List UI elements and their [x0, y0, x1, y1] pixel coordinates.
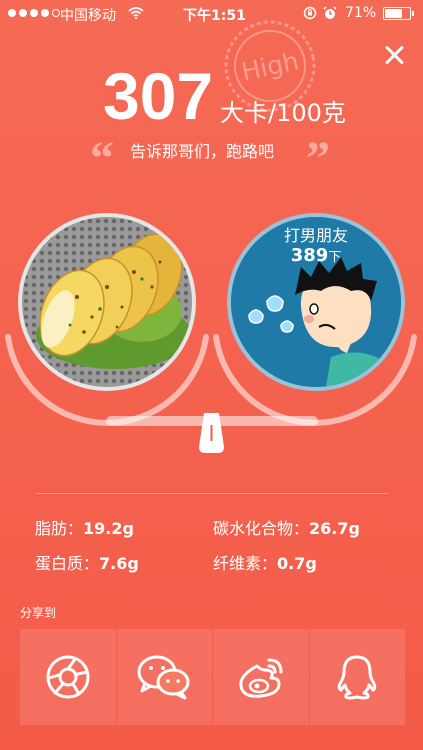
- battery-percentage: 71%: [345, 5, 377, 21]
- divider: [36, 493, 388, 494]
- nutrient-value: 19.2g: [83, 519, 134, 538]
- activity-name: 打男朋友: [283, 226, 348, 245]
- nutrient-label: 纤维素：: [213, 554, 278, 573]
- signal-strength-icon: [8, 9, 60, 17]
- share-buttons: [20, 629, 405, 725]
- calorie-unit: 大卡/100克: [220, 99, 346, 127]
- scale-pivot-icon: [199, 413, 224, 453]
- share-title: 分享到: [20, 606, 57, 620]
- open-quote-icon: “: [90, 132, 114, 185]
- nutrient-label: 蛋白质：: [35, 554, 100, 573]
- nutrient-carbs: 碳水化合物：26.7g: [213, 515, 360, 539]
- fried-cake-illustration: [22, 217, 192, 387]
- nutrient-fiber: 纤维素：0.7g: [213, 550, 317, 574]
- share-moments-button[interactable]: [20, 629, 116, 725]
- nutrient-value: 7.6g: [99, 554, 139, 573]
- alarm-icon: [323, 6, 337, 19]
- calorie-value: 307: [103, 59, 214, 133]
- nutrient-value: 26.7g: [309, 519, 360, 538]
- battery-fill: [385, 9, 402, 18]
- activity-count: 389下: [227, 245, 405, 266]
- battery-icon: [383, 7, 414, 20]
- status-bar: 中国移动 下午1:51 71%: [0, 0, 423, 28]
- close-quote-icon: ”: [306, 132, 330, 185]
- nutrient-label: 脂肪：: [35, 519, 84, 538]
- camera-shutter-icon: [46, 655, 90, 699]
- slogan-text: 告诉那哥们，跑路吧: [130, 142, 275, 161]
- nutrient-protein: 蛋白质：7.6g: [35, 550, 139, 574]
- qq-icon: [338, 655, 377, 700]
- nutrient-fat: 脂肪：19.2g: [35, 515, 134, 539]
- nutrient-label: 碳水化合物：: [213, 519, 310, 538]
- nutrient-value: 0.7g: [277, 554, 317, 573]
- share-qq-button[interactable]: [309, 629, 405, 725]
- activity-count-value: 389: [290, 245, 329, 266]
- share-wechat-button[interactable]: [116, 629, 212, 725]
- share-weibo-button[interactable]: [213, 629, 309, 725]
- carrier-name: 中国移动: [60, 8, 116, 24]
- wifi-icon: [128, 7, 144, 19]
- activity-count-unit: 下: [328, 250, 342, 265]
- food-image: [18, 213, 196, 391]
- wechat-icon: [137, 655, 190, 700]
- weibo-icon: [239, 658, 283, 698]
- close-button[interactable]: [381, 42, 407, 68]
